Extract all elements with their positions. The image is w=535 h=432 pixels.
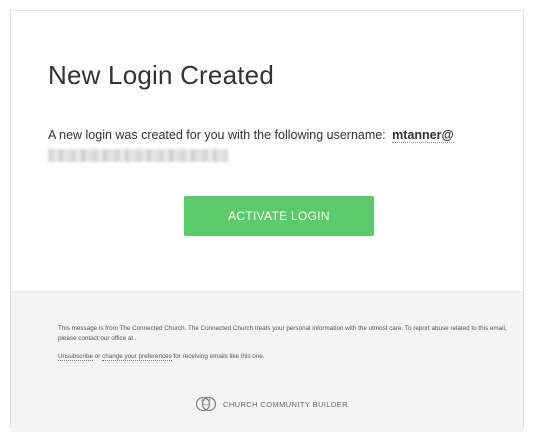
message-prefix: A new login was created for you with the…	[48, 128, 386, 142]
footer-links: Unsubscribe or change your preferences f…	[58, 353, 265, 361]
email-message: A new login was created for you with the…	[48, 125, 518, 145]
activate-login-button[interactable]: ACTIVATE LOGIN	[184, 196, 374, 236]
change-preferences-link[interactable]: change your preferences	[102, 353, 172, 361]
email-main-section: New Login Created A new login was create…	[11, 11, 523, 291]
footer-notice: This message is from The Connected Churc…	[58, 325, 507, 342]
footer-brand: CHURCH COMMUNITY BUILDER	[194, 394, 348, 414]
redacted-email-domain	[48, 149, 228, 162]
brand-name: CHURCH COMMUNITY BUILDER	[223, 399, 348, 409]
unsubscribe-link[interactable]: Unsubscribe	[58, 353, 93, 361]
username-value: mtanner@	[392, 128, 454, 143]
footer-or-text: or	[94, 353, 101, 360]
email-container: New Login Created A new login was create…	[10, 10, 524, 432]
email-footer: This message is from The Connected Churc…	[11, 291, 523, 432]
preferences-suffix: for receiving emails like this one.	[173, 353, 265, 360]
email-title: New Login Created	[48, 60, 274, 90]
church-community-builder-logo-icon	[195, 396, 217, 412]
